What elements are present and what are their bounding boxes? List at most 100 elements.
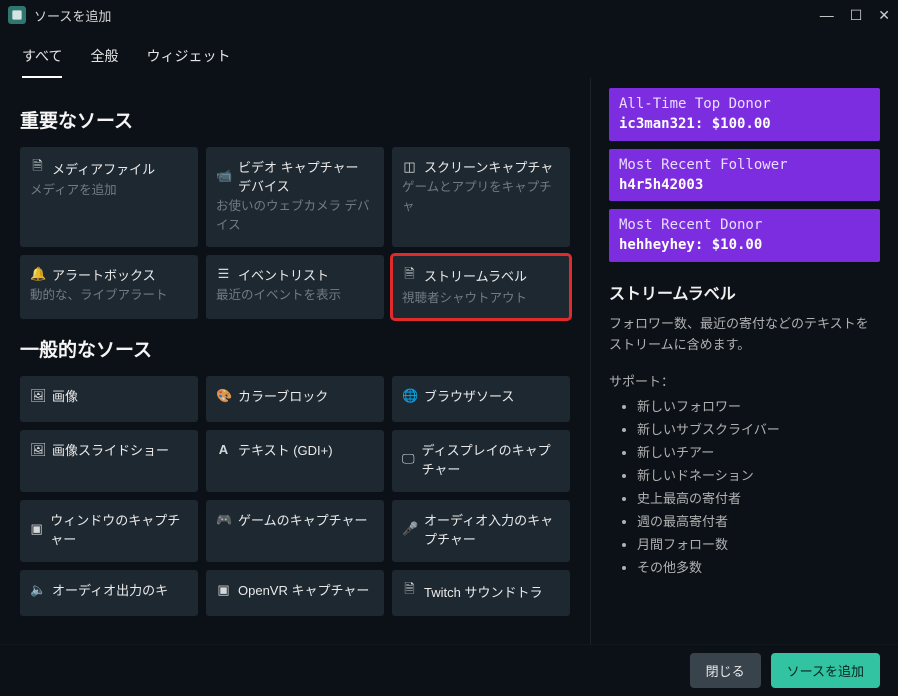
page-icon: 🗎 — [402, 265, 417, 287]
list-item: 新しいフォロワー — [637, 396, 880, 415]
preview-recent-follower: Most Recent Follower h4r5h42003 — [609, 149, 880, 202]
gamepad-icon: 🎮 — [216, 512, 231, 528]
general-grid: 🖼 画像 🎨 カラーブロック 🌐 ブラウザソース 🖼 画像スライドショー A テキスト (… — [20, 376, 570, 616]
card-window-capture[interactable]: ▣ ウィンドウのキャプチャー — [20, 500, 198, 562]
card-title: オーディオ出力のキ — [52, 580, 168, 599]
preview-label: Most Recent Donor — [619, 215, 870, 235]
palette-icon: 🎨 — [216, 388, 231, 404]
card-stream-label[interactable]: 🗎 ストリームラベル 視聴者シャウトアウト — [392, 255, 570, 320]
mic-icon: 🎤 — [402, 521, 417, 537]
card-title: ゲームのキャプチャー — [238, 510, 367, 529]
card-title: カラーブロック — [238, 386, 328, 405]
list-item: 新しいドネーション — [637, 465, 880, 484]
support-list: 新しいフォロワー 新しいサブスクライバー 新しいチアー 新しいドネーション 史上… — [609, 396, 880, 576]
list-item: その他多数 — [637, 557, 880, 576]
card-openvr[interactable]: ▣ OpenVR キャプチャー — [206, 570, 384, 616]
important-grid: 🗎 メディアファイル メディアを追加 📹 ビデオ キャプチャー デバイス お使いのウ… — [20, 147, 570, 319]
card-audio-input[interactable]: 🎤 オーディオ入力のキャプチャー — [392, 500, 570, 562]
preview-recent-donor: Most Recent Donor hehheyhey: $10.00 — [609, 209, 880, 262]
preview-label: Most Recent Follower — [619, 155, 870, 175]
card-title: OpenVR キャプチャー — [238, 580, 369, 599]
list-item: 史上最高の寄付者 — [637, 488, 880, 507]
titlebar: ソースを追加 — ☐ ✕ — [0, 0, 898, 30]
card-title: スクリーンキャプチャ — [424, 157, 553, 176]
card-title: イベントリスト — [238, 265, 329, 284]
card-title: ブラウザソース — [424, 386, 514, 405]
globe-icon: 🌐 — [402, 388, 417, 404]
card-image-slideshow[interactable]: 🖼 画像スライドショー — [20, 430, 198, 492]
card-desc: メディアを追加 — [30, 181, 188, 200]
card-title: ウィンドウのキャプチャー — [50, 510, 188, 548]
section-important-title: 重要なソース — [20, 106, 570, 133]
list-item: 月間フォロー数 — [637, 534, 880, 553]
tab-widgets[interactable]: ウィジェット — [146, 40, 230, 78]
add-source-button[interactable]: ソースを追加 — [771, 653, 880, 688]
bell-icon: 🔔 — [30, 266, 45, 282]
preview-value: ic3man321: $100.00 — [619, 114, 870, 134]
card-title: ディスプレイのキャプチャー — [422, 440, 560, 478]
card-audio-output[interactable]: 🔈 オーディオ出力のキ — [20, 570, 198, 616]
card-title: メディアファイル — [52, 159, 155, 178]
list-item: 週の最高寄付者 — [637, 511, 880, 530]
card-video-capture[interactable]: 📹 ビデオ キャプチャー デバイス お使いのウェブカメラ デバイス — [206, 147, 384, 247]
card-desc: お使いのウェブカメラ デバイス — [216, 197, 374, 235]
card-media-file[interactable]: 🗎 メディアファイル メディアを追加 — [20, 147, 198, 247]
monitor-icon: 🖵 — [402, 451, 415, 467]
speaker-icon: 🔈 — [30, 582, 45, 598]
card-desc: 視聴者シャウトアウト — [402, 289, 560, 308]
minimize-icon[interactable]: — — [820, 7, 834, 24]
card-twitch-soundtrack[interactable]: 🗎 Twitch サウンドトラ — [392, 570, 570, 616]
video-icon: 📹 — [216, 168, 231, 184]
card-screen-capture[interactable]: ◫ スクリーンキャプチャ ゲームとアプリをキャプチャ — [392, 147, 570, 247]
list-icon: ☰ — [216, 266, 231, 282]
preview-value: hehheyhey: $10.00 — [619, 235, 870, 255]
source-list-pane: 重要なソース 🗎 メディアファイル メディアを追加 📹 ビデオ キャプチャー デバイ… — [0, 78, 590, 644]
close-button[interactable]: 閉じる — [690, 653, 761, 688]
file-icon: 🗎 — [30, 157, 45, 179]
card-title: 画像 — [52, 386, 78, 405]
list-item: 新しいチアー — [637, 442, 880, 461]
card-event-list[interactable]: ☰ イベントリスト 最近のイベントを表示 — [206, 255, 384, 320]
card-game-capture[interactable]: 🎮 ゲームのキャプチャー — [206, 500, 384, 562]
window-icon: ▣ — [30, 521, 43, 537]
card-image[interactable]: 🖼 画像 — [20, 376, 198, 422]
card-title: 画像スライドショー — [52, 440, 169, 459]
card-text-gdi[interactable]: A テキスト (GDI+) — [206, 430, 384, 492]
card-title: ストリームラベル — [424, 266, 527, 285]
detail-description: フォロワー数、最近の寄付などのテキストをストリームに含めます。 — [609, 314, 880, 356]
vr-icon: ▣ — [216, 582, 231, 598]
image-icon: 🖼 — [30, 388, 45, 404]
card-title: オーディオ入力のキャプチャー — [424, 510, 560, 548]
detail-title: ストリームラベル — [609, 280, 880, 304]
support-label: サポート： — [609, 371, 880, 390]
tab-general[interactable]: 全般 — [90, 40, 118, 78]
maximize-icon[interactable]: ☐ — [850, 7, 863, 24]
card-title: Twitch サウンドトラ — [424, 582, 542, 601]
section-general-title: 一般的なソース — [20, 335, 570, 362]
preview-value: h4r5h42003 — [619, 175, 870, 195]
close-icon[interactable]: ✕ — [878, 7, 890, 24]
card-desc: 最近のイベントを表示 — [216, 286, 374, 305]
card-color-block[interactable]: 🎨 カラーブロック — [206, 376, 384, 422]
footer: 閉じる ソースを追加 — [0, 644, 898, 696]
card-browser-source[interactable]: 🌐 ブラウザソース — [392, 376, 570, 422]
image-icon: 🖼 — [30, 442, 45, 458]
tab-all[interactable]: すべて — [22, 40, 62, 78]
preview-label: All-Time Top Donor — [619, 94, 870, 114]
preview-top-donor: All-Time Top Donor ic3man321: $100.00 — [609, 88, 880, 141]
card-display-capture[interactable]: 🖵 ディスプレイのキャプチャー — [392, 430, 570, 492]
card-alert-box[interactable]: 🔔 アラートボックス 動的な、ライブアラート — [20, 255, 198, 320]
window-title: ソースを追加 — [34, 6, 111, 25]
card-desc: 動的な、ライブアラート — [30, 286, 188, 305]
page-icon: 🗎 — [402, 580, 417, 602]
text-icon: A — [216, 442, 231, 457]
card-title: アラートボックス — [52, 265, 156, 284]
card-title: テキスト (GDI+) — [238, 440, 333, 459]
app-icon — [8, 6, 26, 24]
card-desc: ゲームとアプリをキャプチャ — [402, 178, 560, 216]
dashed-square-icon: ◫ — [402, 159, 417, 175]
list-item: 新しいサブスクライバー — [637, 419, 880, 438]
tab-bar: すべて 全般 ウィジェット — [0, 30, 898, 78]
card-title: ビデオ キャプチャー デバイス — [238, 157, 374, 195]
detail-pane: All-Time Top Donor ic3man321: $100.00 Mo… — [590, 78, 898, 644]
